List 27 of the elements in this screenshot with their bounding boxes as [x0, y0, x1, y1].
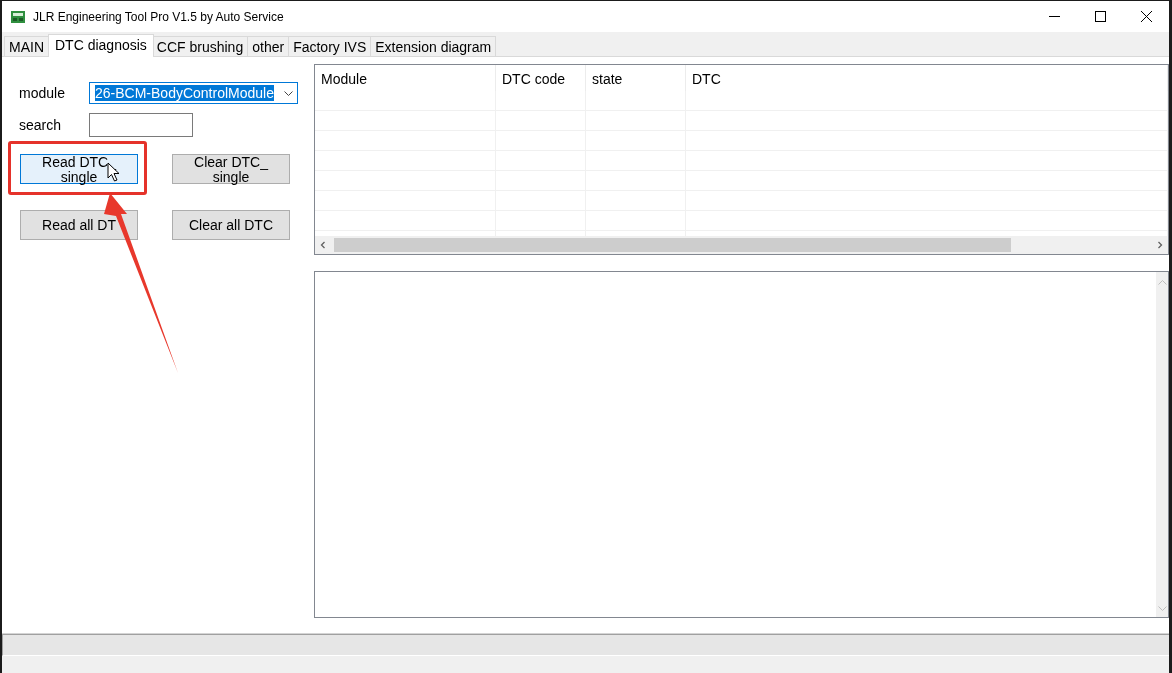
column-header[interactable]: DTC code — [496, 65, 586, 91]
maximize-icon — [1094, 11, 1106, 22]
close-icon — [1140, 11, 1152, 22]
action-button[interactable]: Clear DTC_ single — [172, 154, 290, 184]
action-button[interactable]: Clear all DTC — [172, 210, 290, 240]
action-button[interactable]: Read all DT — [20, 210, 138, 240]
chevron-down-icon — [284, 90, 293, 96]
tab[interactable]: CCF brushing — [151, 36, 249, 56]
search-field[interactable] — [89, 113, 193, 137]
field-label: module — [19, 85, 65, 101]
column-header[interactable]: DTC — [686, 65, 1168, 91]
horizontal-scrollbar[interactable] — [315, 236, 1168, 254]
tab[interactable]: Factory IVS — [288, 36, 372, 56]
scroll-right-icon[interactable] — [1156, 241, 1164, 249]
scrollbar-thumb[interactable] — [334, 238, 1012, 252]
scroll-left-icon[interactable] — [319, 241, 327, 249]
minimize-icon — [1048, 16, 1060, 17]
tab[interactable]: Extension diagram — [370, 36, 497, 56]
app-icon — [11, 10, 25, 23]
tab[interactable]: MAIN — [4, 36, 49, 56]
column-header[interactable]: Module — [315, 65, 496, 91]
field-label: search — [19, 117, 62, 133]
tab[interactable]: DTC diagnosis — [48, 34, 154, 57]
dropdown-value: 26-BCM-BodyControlModule — [95, 85, 274, 101]
window-title: JLR Engineering Tool Pro V1.5 by Auto Service — [33, 9, 284, 24]
module-dropdown[interactable]: 26-BCM-BodyControlModule — [89, 82, 298, 104]
column-header[interactable]: state — [586, 65, 686, 91]
